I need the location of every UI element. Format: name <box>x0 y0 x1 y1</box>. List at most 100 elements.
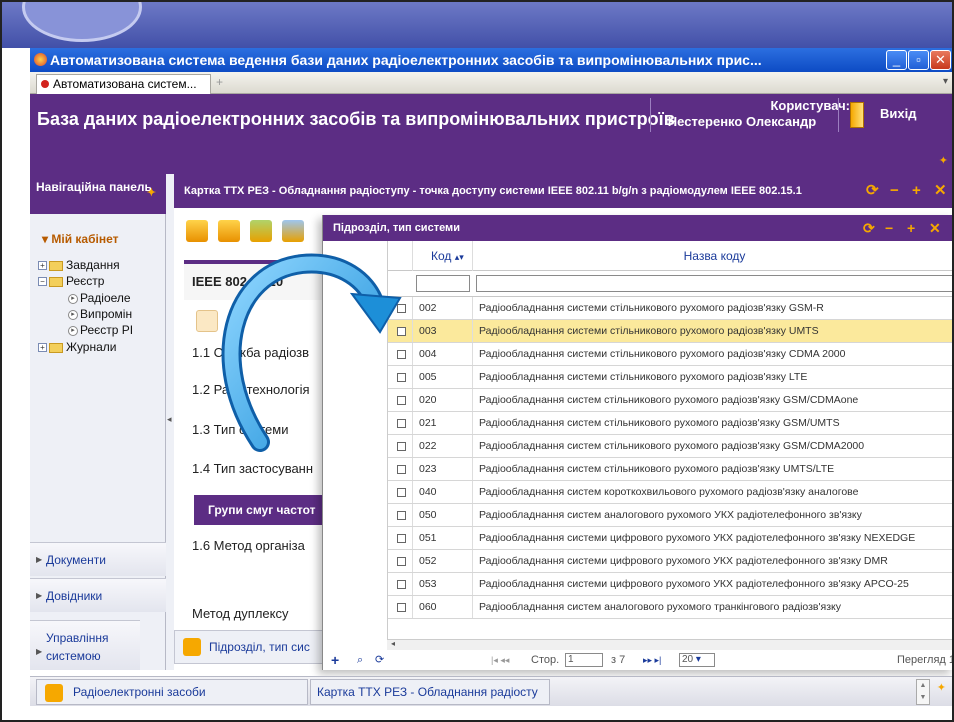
tab-list-button[interactable]: ▾ <box>943 76 948 87</box>
row-checkbox[interactable] <box>397 465 406 474</box>
table-row[interactable]: 003 Радіообладнання системи стільникового… <box>388 320 952 343</box>
user-label: Користувач: <box>770 98 850 113</box>
row-checkbox[interactable] <box>397 442 406 451</box>
code-filter-input[interactable] <box>416 275 470 292</box>
documents-button[interactable]: ▶ Документи <box>30 542 166 576</box>
page-size-select[interactable]: 20 ▾ <box>679 653 715 667</box>
folder-icon <box>49 342 63 353</box>
row-checkbox[interactable] <box>397 557 406 566</box>
table-row[interactable]: 021 Радіообладнання систем стільникового … <box>388 412 952 435</box>
new-tab-button[interactable]: + <box>216 75 223 89</box>
row-checkbox[interactable] <box>397 304 406 313</box>
system-management-button[interactable]: ▶ Управління системою <box>30 620 140 670</box>
ieee-label: IEEE 802.11-20 <box>192 274 284 289</box>
scroll-left-icon[interactable]: ◂ <box>391 639 395 648</box>
table-row[interactable]: 004 Радіообладнання системи стільникового… <box>388 343 952 366</box>
tree-item-label: Реєстр РІ <box>80 323 134 337</box>
pin-icon[interactable]: ✦ <box>147 186 156 200</box>
exit-button[interactable]: Вихід <box>880 106 916 121</box>
tree-item-tasks[interactable]: + Завдання <box>38 258 120 272</box>
frequency-groups-button[interactable]: Групи смуг частот <box>194 495 324 525</box>
tree-item-emitters[interactable]: ▸ Випромін <box>68 307 132 321</box>
sidebar-splitter[interactable]: ◂ <box>166 174 174 670</box>
row-name: Радіообладнання систем стільникового рух… <box>472 389 952 411</box>
minimize-panel-icon[interactable]: − <box>890 174 899 208</box>
refresh-icon[interactable]: ⟳ <box>863 215 875 241</box>
row-checkbox[interactable] <box>397 603 406 612</box>
maximize-panel-icon[interactable]: + <box>907 215 915 241</box>
references-label: Довідники <box>46 589 103 603</box>
expand-icon[interactable]: + <box>38 343 47 353</box>
horizontal-scrollbar[interactable]: ◂ <box>387 639 952 650</box>
table-row[interactable]: 040 Радіообладнання систем короткохвильов… <box>388 481 952 504</box>
upload-icon[interactable] <box>186 220 208 242</box>
row-code: 004 <box>412 343 472 365</box>
row-code: 040 <box>412 481 472 503</box>
table-row[interactable]: 051 Радіообладнання системи цифрового рух… <box>388 527 952 550</box>
minimize-panel-icon[interactable]: − <box>885 215 893 241</box>
table-row[interactable]: 050 Радіообладнання систем аналогового ру… <box>388 504 952 527</box>
tree-item-journals[interactable]: + Журнали <box>38 340 117 354</box>
collapse-icon[interactable]: − <box>38 277 47 287</box>
favicon-icon <box>41 80 49 88</box>
close-panel-icon[interactable]: ✕ <box>929 215 941 241</box>
minimize-button[interactable]: _ <box>886 50 907 70</box>
first-page-icon[interactable]: |◂ ◂◂ <box>491 650 509 670</box>
edit-icon[interactable] <box>250 220 272 242</box>
add-icon[interactable]: + <box>331 650 339 670</box>
row-name: Радіообладнання систем аналогового рухом… <box>472 504 952 526</box>
minimized-window-tab[interactable]: Підрозділ, тип сис <box>174 630 324 664</box>
row-checkbox[interactable] <box>397 534 406 543</box>
table-row[interactable]: 053 Радіообладнання системи цифрового рух… <box>388 573 952 596</box>
taskbar-scroll[interactable]: ▲ ▼ <box>916 679 930 705</box>
row-checkbox[interactable] <box>397 327 406 336</box>
tree-item-registry-ri[interactable]: ▸ Реєстр РІ <box>68 323 133 337</box>
table-row[interactable]: 020 Радіообладнання систем стільникового … <box>388 389 952 412</box>
refresh-icon[interactable]: ⟳ <box>375 650 384 670</box>
expand-icon[interactable]: + <box>38 261 47 271</box>
row-checkbox[interactable] <box>397 350 406 359</box>
table-row[interactable]: 022 Радіообладнання систем стільникового … <box>388 435 952 458</box>
browser-icon <box>34 53 47 66</box>
browser-tab[interactable]: Автоматизована систем... <box>36 74 211 94</box>
task-card[interactable]: Картка ТТХ РЕЗ - Обладнання радіосту <box>310 679 550 705</box>
references-button[interactable]: ▶ Довідники <box>30 578 166 612</box>
exit-door-icon[interactable] <box>850 102 864 128</box>
refresh-icon[interactable]: ⟳ <box>866 174 879 208</box>
tree-item-radio[interactable]: ▸ Радіоеле <box>68 291 131 305</box>
row-checkbox[interactable] <box>397 488 406 497</box>
collapse-handle-icon[interactable]: ◂ <box>167 414 172 425</box>
my-cabinet-section[interactable]: ▾ Мій кабінет <box>42 232 118 246</box>
table-row[interactable]: 052 Радіообладнання системи цифрового рух… <box>388 550 952 573</box>
maximize-button[interactable]: ▫ <box>908 50 929 70</box>
row-name: Радіообладнання систем аналогового рухом… <box>472 596 952 618</box>
row-checkbox[interactable] <box>397 580 406 589</box>
table-row[interactable]: 005 Радіообладнання системи стільникового… <box>388 366 952 389</box>
copy-icon[interactable] <box>282 220 304 242</box>
row-checkbox[interactable] <box>397 511 406 520</box>
grid-filter-row <box>388 271 952 297</box>
search-icon[interactable]: ⌕ <box>357 650 363 670</box>
user-icon[interactable] <box>218 220 240 242</box>
pin-icon[interactable]: ✦ <box>939 154 948 167</box>
row-checkbox[interactable] <box>397 419 406 428</box>
next-page-icon[interactable]: ▸▸ ▸| <box>643 650 661 670</box>
tree-item-registry[interactable]: − Реєстр <box>38 274 104 288</box>
column-header-code[interactable]: Код ▴▾ <box>412 241 472 271</box>
row-checkbox[interactable] <box>397 396 406 405</box>
table-row[interactable]: 060 Радіообладнання систем аналогового ру… <box>388 596 952 619</box>
page-input[interactable]: 1 <box>565 653 603 667</box>
table-row[interactable]: 002 Радіообладнання системи стільникового… <box>388 297 952 320</box>
task-radio-devices[interactable]: Радіоелектронні засоби <box>36 679 308 705</box>
pin-icon[interactable]: ✦ <box>937 681 946 694</box>
row-name: Радіообладнання системи стільникового ру… <box>472 297 952 319</box>
close-panel-icon[interactable]: ✕ <box>934 174 947 208</box>
minimized-window-label: Підрозділ, тип сис <box>209 640 310 654</box>
maximize-panel-icon[interactable]: + <box>912 174 921 208</box>
field-service: 1.1 Служба радіозв <box>192 345 310 360</box>
row-checkbox[interactable] <box>397 373 406 382</box>
close-button[interactable]: ✕ <box>930 50 951 70</box>
name-filter-input[interactable] <box>476 275 952 292</box>
column-header-name[interactable]: Назва коду <box>472 241 952 271</box>
table-row[interactable]: 023 Радіообладнання систем стільникового … <box>388 458 952 481</box>
